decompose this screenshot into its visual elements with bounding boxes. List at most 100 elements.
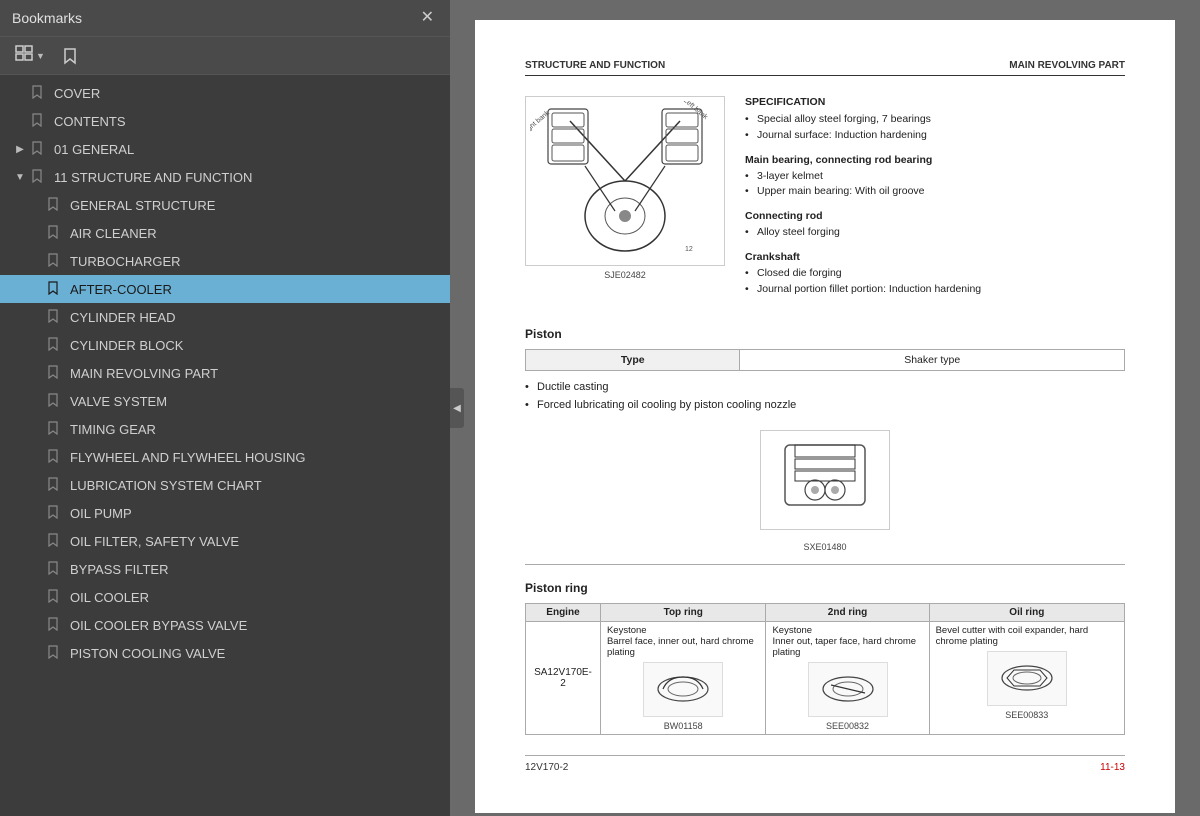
bookmark-item-oil-cooler[interactable]: OIL COOLER xyxy=(0,583,450,611)
spec-item: 3-layer kelmet xyxy=(745,169,1125,185)
bookmarks-title: Bookmarks xyxy=(12,10,82,26)
ring-oil-image xyxy=(987,651,1067,706)
piston-ring-table: Engine Top ring 2nd ring Oil ring SA12V1… xyxy=(525,603,1125,735)
bookmark-item-oil-filter[interactable]: OIL FILTER, SAFETY VALVE xyxy=(0,527,450,555)
bookmark-label-oil-filter: OIL FILTER, SAFETY VALVE xyxy=(70,534,239,549)
bookmark-label-cylinder-head: CYLINDER HEAD xyxy=(70,310,175,325)
expand-btn-11-structure[interactable]: ▼ xyxy=(12,172,28,183)
bookmark-item-piston-cooling[interactable]: PISTON COOLING VALVE xyxy=(0,639,450,667)
document-view: STRUCTURE AND FUNCTION MAIN REVOLVING PA… xyxy=(450,0,1200,816)
piston-diagram-caption: SXE01480 xyxy=(803,542,846,552)
bookmark-icon-cylinder-head xyxy=(48,309,62,326)
bookmarks-toolbar: ▼ xyxy=(0,37,450,75)
bookmark-icon-turbocharger xyxy=(48,253,62,270)
bookmark-label-valve-system: VALVE SYSTEM xyxy=(70,394,167,409)
ring-top-cell: KeystoneBarrel face, inner out, hard chr… xyxy=(600,622,766,735)
main-bearing-list: 3-layer kelmet Upper main bearing: With … xyxy=(745,169,1125,201)
spec-title: SPECIFICATION xyxy=(745,96,1125,108)
bookmark-icon-cylinder-block xyxy=(48,337,62,354)
ring-top-text: KeystoneBarrel face, inner out, hard chr… xyxy=(607,625,760,658)
spec-list: Special alloy steel forging, 7 bearings … xyxy=(745,112,1125,144)
bookmark-icon-oil-cooler xyxy=(48,589,62,606)
bookmark-icon-bypass-filter xyxy=(48,561,62,578)
connecting-rod-list: Alloy steel forging xyxy=(745,225,1125,241)
bookmark-item-valve-system[interactable]: VALVE SYSTEM xyxy=(0,387,450,415)
bookmark-label-main-revolving: MAIN REVOLVING PART xyxy=(70,366,218,381)
piston-diagram xyxy=(760,430,890,530)
ring-engine-cell: SA12V170E-2 xyxy=(526,622,601,735)
piston-feature: Ductile casting xyxy=(525,379,1125,397)
ring-table-header-engine: Engine xyxy=(526,604,601,622)
connecting-rod-title: Connecting rod xyxy=(745,210,1125,222)
bookmark-icon-general-structure xyxy=(48,197,62,214)
ring-2nd-text: KeystoneInner out, taper face, hard chro… xyxy=(772,625,922,658)
ring-table-row: SA12V170E-2 KeystoneBarrel face, inner o… xyxy=(526,622,1125,735)
ring-top-caption: BW01158 xyxy=(607,721,760,731)
bookmark-icon-11-structure xyxy=(32,169,46,186)
spec-item: Journal surface: Induction hardening xyxy=(745,128,1125,144)
crankshaft-list: Closed die forging Journal portion fille… xyxy=(745,266,1125,298)
bookmark-label-turbocharger: TURBOCHARGER xyxy=(70,254,181,269)
bookmarks-panel: Bookmarks ✕ ▼ COVER CONTENTS ▶ 01 GENERAL ▼ 1… xyxy=(0,0,450,816)
header-right: MAIN REVOLVING PART xyxy=(1009,60,1125,71)
bookmark-item-11-structure[interactable]: ▼ 11 STRUCTURE AND FUNCTION xyxy=(0,163,450,191)
spec-item: Closed die forging xyxy=(745,266,1125,282)
piston-ring-section: Piston ring Engine Top ring 2nd ring Oil… xyxy=(525,581,1125,735)
piston-type-table: Type Shaker type xyxy=(525,349,1125,371)
bookmark-label-air-cleaner: AIR CLEANER xyxy=(70,226,157,241)
bookmark-label-11-structure: 11 STRUCTURE AND FUNCTION xyxy=(54,170,252,185)
bookmark-item-cover[interactable]: COVER xyxy=(0,79,450,107)
bookmark-label-after-cooler: AFTER-COOLER xyxy=(70,282,172,297)
svg-text:Left bank: Left bank xyxy=(682,101,709,121)
close-button[interactable]: ✕ xyxy=(417,8,438,28)
main-content-section: Right bank Left bank 12 SJE02482 SPECIFI… xyxy=(525,96,1125,307)
bookmark-label-contents: CONTENTS xyxy=(54,114,126,129)
dropdown-arrow: ▼ xyxy=(36,51,45,61)
spec-item: Alloy steel forging xyxy=(745,225,1125,241)
bookmark-label-oil-pump: OIL PUMP xyxy=(70,506,132,521)
bookmark-item-air-cleaner[interactable]: AIR CLEANER xyxy=(0,219,450,247)
bookmark-label-bypass-filter: BYPASS FILTER xyxy=(70,562,169,577)
bookmark-item-general-structure[interactable]: GENERAL STRUCTURE xyxy=(0,191,450,219)
document-footer: 12V170-2 11-13 xyxy=(525,755,1125,773)
bookmark-label-cylinder-block: CYLINDER BLOCK xyxy=(70,338,183,353)
ring-2nd-image xyxy=(808,662,888,717)
bookmark-item-turbocharger[interactable]: TURBOCHARGER xyxy=(0,247,450,275)
bookmark-item-oil-pump[interactable]: OIL PUMP xyxy=(0,499,450,527)
divider xyxy=(525,564,1125,565)
ring-table-header-2nd: 2nd ring xyxy=(766,604,929,622)
view-options-button[interactable]: ▼ xyxy=(10,43,49,68)
bookmark-item-bypass-filter[interactable]: BYPASS FILTER xyxy=(0,555,450,583)
bookmark-icon-timing-gear xyxy=(48,421,62,438)
collapse-panel-button[interactable]: ◀ xyxy=(450,388,464,428)
bookmark-item-oil-cooler-bypass[interactable]: OIL COOLER BYPASS VALVE xyxy=(0,611,450,639)
bookmark-list[interactable]: COVER CONTENTS ▶ 01 GENERAL ▼ 11 STRUCTURE AN… xyxy=(0,75,450,816)
bookmark-icon-flywheel xyxy=(48,449,62,466)
bookmark-item-flywheel[interactable]: FLYWHEEL AND FLYWHEEL HOUSING xyxy=(0,443,450,471)
footer-right: 11-13 xyxy=(1100,762,1125,773)
bookmark-item-cylinder-head[interactable]: CYLINDER HEAD xyxy=(0,303,450,331)
spec-item: Special alloy steel forging, 7 bearings xyxy=(745,112,1125,128)
main-bearing-title: Main bearing, connecting rod bearing xyxy=(745,154,1125,166)
bookmark-item-cylinder-block[interactable]: CYLINDER BLOCK xyxy=(0,331,450,359)
bookmarks-header: Bookmarks ✕ xyxy=(0,0,450,37)
bookmark-item-after-cooler[interactable]: AFTER-COOLER xyxy=(0,275,450,303)
bookmark-item-lub-chart[interactable]: LUBRICATION SYSTEM CHART xyxy=(0,471,450,499)
bookmark-icon-after-cooler xyxy=(48,281,62,298)
header-left: STRUCTURE AND FUNCTION xyxy=(525,60,665,71)
piston-features: Ductile casting Forced lubricating oil c… xyxy=(525,379,1125,414)
bookmark-icon-cover xyxy=(32,85,46,102)
expand-btn-01-general[interactable]: ▶ xyxy=(12,144,28,155)
bookmark-icon-01-general xyxy=(32,141,46,158)
spec-item: Upper main bearing: With oil groove xyxy=(745,184,1125,200)
bookmark-item-main-revolving[interactable]: MAIN REVOLVING PART xyxy=(0,359,450,387)
bookmark-item-timing-gear[interactable]: TIMING GEAR xyxy=(0,415,450,443)
document-page: STRUCTURE AND FUNCTION MAIN REVOLVING PA… xyxy=(475,20,1175,813)
bookmark-item-contents[interactable]: CONTENTS xyxy=(0,107,450,135)
bookmark-nav-button[interactable] xyxy=(57,45,83,67)
ring-oil-cell: Bevel cutter with coil expander, hard ch… xyxy=(929,622,1124,735)
ring-oil-text: Bevel cutter with coil expander, hard ch… xyxy=(936,625,1118,647)
bookmark-label-oil-cooler: OIL COOLER xyxy=(70,590,149,605)
bookmark-label-01-general: 01 GENERAL xyxy=(54,142,134,157)
bookmark-item-01-general[interactable]: ▶ 01 GENERAL xyxy=(0,135,450,163)
